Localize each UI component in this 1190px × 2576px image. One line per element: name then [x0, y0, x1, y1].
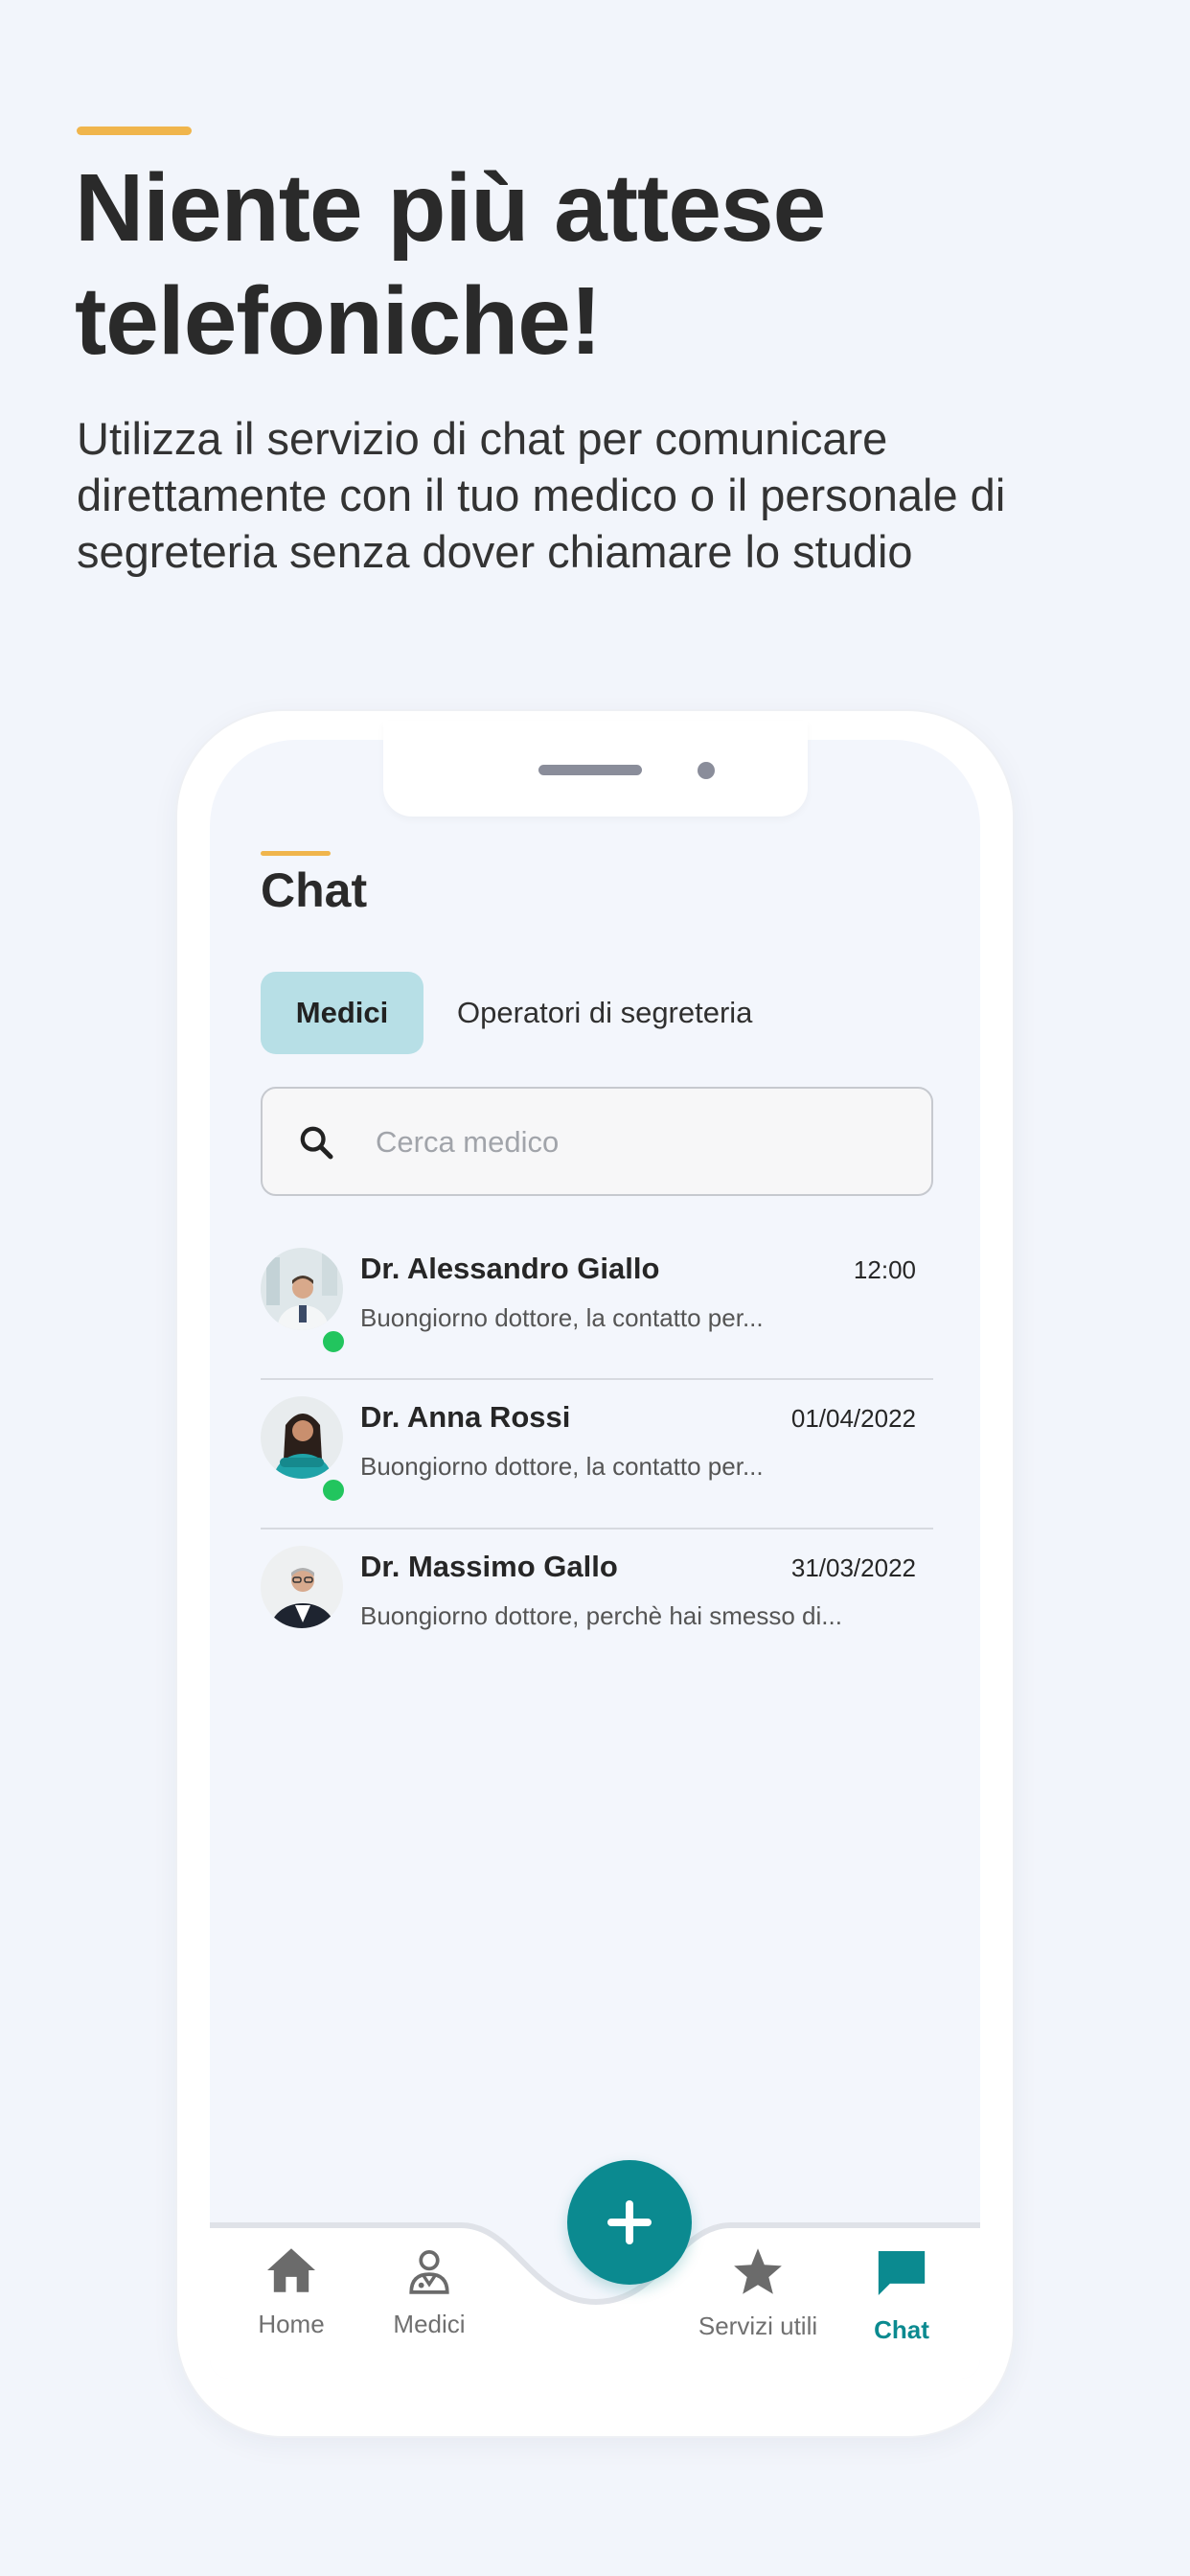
new-chat-fab-button[interactable] — [567, 2160, 692, 2285]
chat-list-item[interactable]: Dr. Alessandro Giallo 12:00 Buongiorno d… — [261, 1225, 933, 1373]
hero-title: Niente più attese telefoniche! — [75, 154, 826, 375]
tab-medici[interactable]: Medici — [261, 972, 423, 1054]
chat-contact-name: Dr. Massimo Gallo — [360, 1550, 618, 1583]
chat-contact-name: Dr. Anna Rossi — [360, 1400, 571, 1434]
hero-accent-bar — [77, 126, 192, 135]
avatar — [261, 1546, 343, 1628]
chat-message-preview: Buongiorno dottore, perchè hai smesso di… — [360, 1601, 842, 1630]
nav-label: Medici — [393, 2310, 466, 2338]
phone-frame: Chat Medici Operatori di segreteria Cerc… — [177, 711, 1013, 2436]
camera-dot — [698, 762, 715, 779]
nav-item-medici[interactable]: Medici — [362, 2246, 496, 2339]
nav-label: Chat — [874, 2315, 929, 2344]
star-icon — [734, 2248, 782, 2294]
avatar — [261, 1396, 347, 1504]
doctor-photo-icon — [261, 1248, 343, 1330]
search-icon — [300, 1126, 333, 1160]
hero-subtitle: Utilizza il servizio di chat per comunic… — [77, 413, 1006, 577]
chat-timestamp: 31/03/2022 — [790, 1553, 916, 1582]
plus-icon — [607, 2200, 652, 2244]
avatar — [261, 1248, 347, 1355]
chat-timestamp: 12:00 — [853, 1255, 916, 1284]
title-accent-bar — [261, 851, 331, 856]
nav-label: Servizi utili — [698, 2312, 818, 2340]
online-status-dot — [320, 1477, 347, 1504]
nav-label: Home — [258, 2310, 325, 2338]
chat-message-preview: Buongiorno dottore, la contatto per... — [360, 1452, 764, 1481]
chat-bubble-icon — [878, 2251, 926, 2295]
phone-notch — [383, 721, 808, 816]
nav-item-chat[interactable]: Chat — [835, 2246, 969, 2345]
home-icon — [267, 2248, 315, 2292]
doctor-photo-icon — [261, 1546, 343, 1628]
doctor-icon — [409, 2249, 449, 2294]
page-title: Chat — [261, 863, 368, 917]
search-box[interactable] — [261, 1087, 933, 1196]
online-status-dot — [320, 1328, 347, 1355]
chat-contact-name: Dr. Alessandro Giallo — [360, 1252, 660, 1285]
doctor-photo-icon — [261, 1396, 343, 1479]
tab-operatori-di-segreteria[interactable]: Operatori di segreteria — [457, 972, 752, 1054]
search-input[interactable] — [376, 1117, 912, 1167]
nav-item-servizi-utili[interactable]: Servizi utili — [691, 2246, 825, 2341]
chat-list-item[interactable]: Dr. Massimo Gallo 31/03/2022 Buongiorno … — [261, 1523, 933, 1671]
speaker-grille — [538, 765, 642, 775]
chat-message-preview: Buongiorno dottore, la contatto per... — [360, 1303, 764, 1332]
phone-screen: Chat Medici Operatori di segreteria Cerc… — [210, 740, 980, 2379]
chat-list-item[interactable]: Dr. Anna Rossi 01/04/2022 Buongiorno dot… — [261, 1373, 933, 1522]
chat-timestamp: 01/04/2022 — [790, 1404, 916, 1433]
nav-item-home[interactable]: Home — [224, 2246, 358, 2339]
